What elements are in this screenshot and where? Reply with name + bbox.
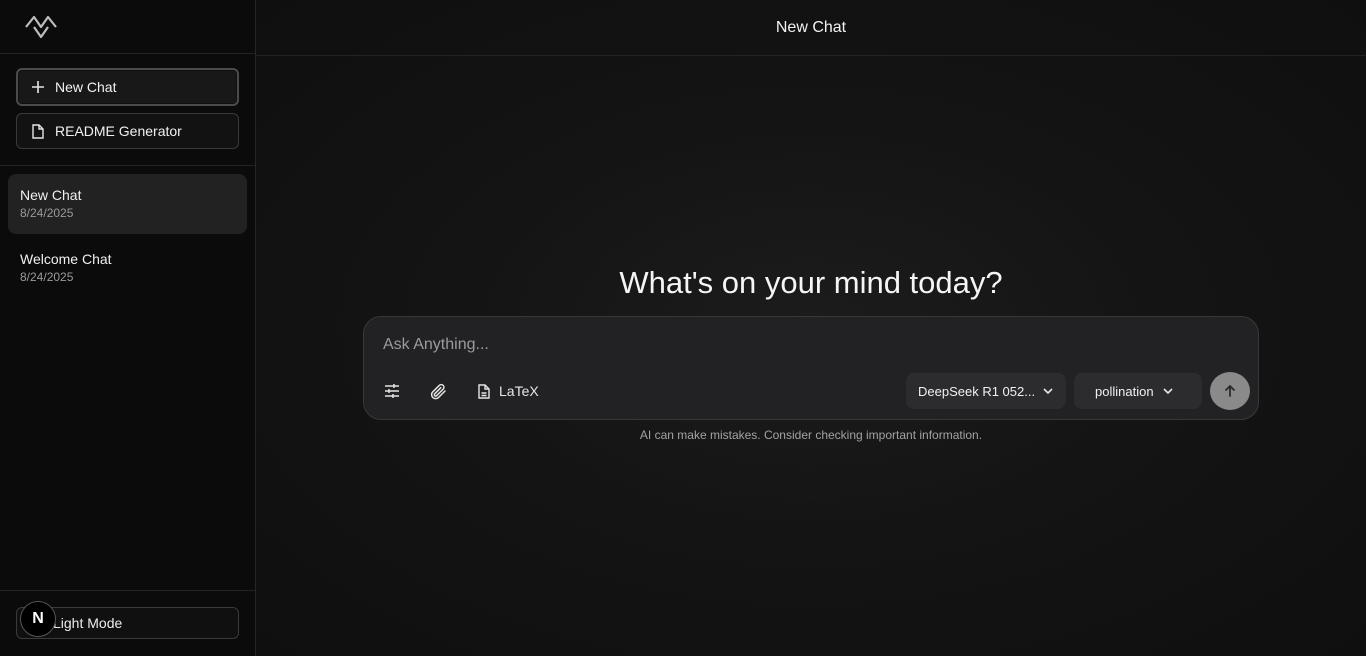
- settings-button[interactable]: [384, 379, 400, 403]
- welcome-headline: What's on your mind today?: [619, 265, 1003, 300]
- chat-list-item[interactable]: Welcome Chat 8/24/2025: [8, 238, 247, 298]
- chat-list-item[interactable]: New Chat 8/24/2025: [8, 174, 247, 234]
- plus-icon: [32, 81, 44, 93]
- model-select-value: DeepSeek R1 052...: [918, 383, 1036, 399]
- readme-generator-label: README Generator: [55, 123, 182, 139]
- disclaimer-text: AI can make mistakes. Consider checking …: [639, 428, 983, 442]
- file-icon: [32, 123, 44, 139]
- file-icon: [478, 383, 490, 399]
- readme-generator-button[interactable]: README Generator: [16, 113, 239, 149]
- sidebar: New Chat README Generator New Chat 8/24/…: [0, 0, 256, 656]
- page-title: New Chat: [256, 0, 1366, 56]
- chat-title: Welcome Chat: [20, 251, 112, 267]
- provider-select[interactable]: pollination: [1074, 373, 1202, 409]
- chat-date: 8/24/2025: [20, 270, 74, 284]
- app-root: New Chat README Generator New Chat 8/24/…: [0, 0, 1366, 656]
- latex-label: LaTeX: [499, 383, 539, 399]
- message-input[interactable]: [383, 333, 1223, 357]
- send-button[interactable]: [1210, 372, 1250, 410]
- arrow-up-icon: [1225, 384, 1235, 397]
- attach-button[interactable]: [430, 379, 447, 403]
- n-badge[interactable]: N: [20, 601, 56, 637]
- chat-list: New Chat 8/24/2025 Welcome Chat 8/24/202…: [0, 166, 255, 590]
- model-select[interactable]: DeepSeek R1 052...: [906, 373, 1066, 409]
- sliders-icon: [385, 384, 399, 398]
- latex-button[interactable]: LaTeX: [477, 379, 539, 403]
- main-panel: New Chat What's on your mind today? LaTe…: [256, 0, 1366, 656]
- chevron-down-icon: [1043, 388, 1053, 395]
- logo-row: [0, 0, 255, 54]
- chat-composer: LaTeX DeepSeek R1 052... pollination: [363, 316, 1259, 420]
- light-mode-label: Light Mode: [53, 615, 123, 631]
- chat-date: 8/24/2025: [20, 206, 74, 220]
- sidebar-actions: New Chat README Generator: [0, 54, 255, 166]
- logo-icon[interactable]: [24, 12, 58, 42]
- provider-select-value: pollination: [1095, 383, 1154, 399]
- new-chat-button[interactable]: New Chat: [16, 68, 239, 106]
- chat-title: New Chat: [20, 187, 82, 203]
- new-chat-label: New Chat: [55, 79, 117, 95]
- chevron-down-icon: [1163, 388, 1173, 395]
- paperclip-icon: [430, 383, 446, 399]
